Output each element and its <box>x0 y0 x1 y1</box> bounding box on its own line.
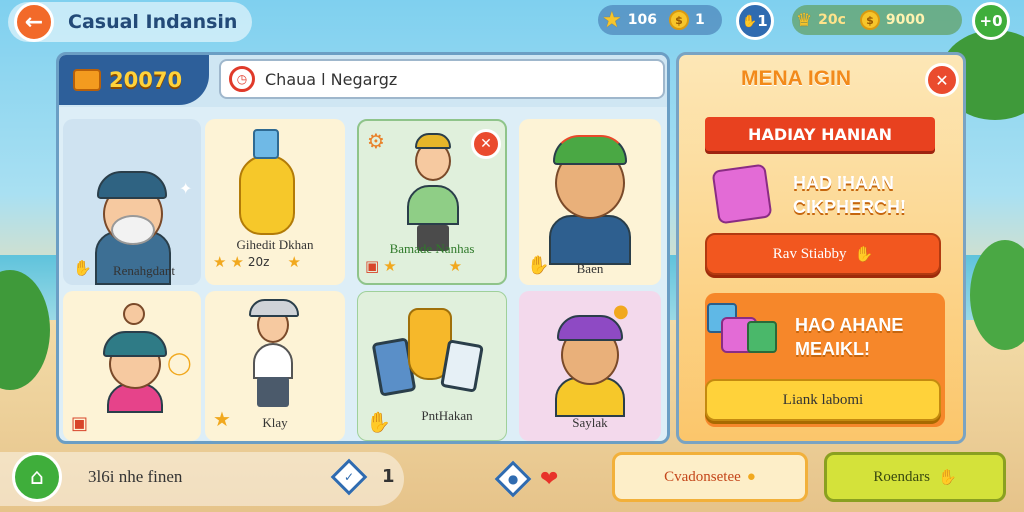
reward1-text: HAD IHAAN CIKPHERCH! <box>793 171 906 219</box>
star-icon: ★ <box>602 7 622 33</box>
character-card[interactable]: Gihedit Dkhan ★ ★ 20z ★ <box>205 119 345 285</box>
wallet-counter: ♛ 20c $ 9000 <box>792 5 962 35</box>
close-button[interactable]: ✕ <box>925 63 959 97</box>
coin-icon: ● <box>746 468 756 485</box>
bottom-count: 1 <box>382 466 395 487</box>
badge-button[interactable]: ✋ 1 <box>736 2 774 40</box>
card-rating-value: 20z <box>247 255 270 269</box>
cap <box>97 171 167 199</box>
green-gift-icon <box>747 321 777 353</box>
hand-icon: ✋ <box>742 14 758 28</box>
hand-icon: ✋ <box>937 469 957 486</box>
chest-icon <box>73 69 101 91</box>
character-card[interactable]: ● Saylak <box>519 291 661 441</box>
left-action-button[interactable]: Cvadonsetee ● <box>612 452 808 502</box>
wallet-coins: 9000 <box>885 12 925 28</box>
rewards-button[interactable]: Roendars ✋ <box>824 452 1006 502</box>
plus-icon: + <box>979 12 993 30</box>
character-panel: 20070 ◷ ✦ ✋ Renahgdant Gihedit Dkhan ★ ★… <box>56 52 670 444</box>
side-panel-title: MENA IGIN <box>740 67 852 90</box>
cap <box>103 331 167 357</box>
stars-count: 106 <box>627 12 657 28</box>
chest-icon: ▣ <box>365 257 380 275</box>
character-card-selected[interactable]: ⚙ ✕ Bamade Nanhas ▣ ★ ★ <box>357 119 507 285</box>
reward2-line1: HAO AHANE <box>795 315 904 335</box>
star-icon: ★ <box>448 257 463 275</box>
card-label: Baen <box>576 261 604 276</box>
card-rating: ★ ★ 20z ★ <box>213 253 301 271</box>
character-card[interactable]: ✦ ✋ Renahgdant <box>63 119 201 285</box>
diamond-icon: ✓ <box>330 458 368 496</box>
arrow-left-icon: ← <box>24 9 44 35</box>
card-label: Klay <box>262 415 288 430</box>
coin-icon: ◯ <box>167 351 192 376</box>
score-value: 20070 <box>109 68 183 92</box>
card-label: Saylak <box>572 415 608 430</box>
remove-card-button[interactable]: ✕ <box>471 129 501 159</box>
daily-rewards-panel: MENA IGIN ✕ HADIAY HANIAN HAD IHAAN CIKP… <box>676 52 966 444</box>
hand-icon: ✋ <box>854 246 874 263</box>
character-card[interactable]: ✋ Baen <box>519 119 661 285</box>
favorite-toggle[interactable]: ● ❤ <box>494 460 559 498</box>
reward-box-icon <box>707 299 777 359</box>
daily-ribbon: HADIAY HANIAN <box>705 117 935 151</box>
title-bar: ← Casual Indansin <box>8 2 252 42</box>
home-button[interactable]: ⌂ <box>12 452 62 502</box>
card-label: Renahgdant <box>112 263 176 278</box>
gear-icon: ⚙ <box>367 129 385 153</box>
tablet-icon <box>440 339 484 393</box>
character-card[interactable]: ★ Klay <box>205 291 345 441</box>
game-title: Casual Indansin <box>68 11 238 33</box>
card-icons: ▣ ★ ★ <box>365 257 462 275</box>
character-card[interactable]: ✋ PntHakan <box>357 291 507 441</box>
coin-icon: ● <box>613 301 629 322</box>
wallet-left: 20c <box>818 12 846 28</box>
reward2-line2: MEAIKL! <box>795 339 870 359</box>
heart-icon: ❤ <box>540 466 559 492</box>
claim-reward1-button[interactable]: Rav Stiabby ✋ <box>705 233 941 275</box>
star-icon: ★ <box>287 253 301 271</box>
reward2-text: HAO AHANE MEAIKL! <box>795 313 903 361</box>
back-button[interactable]: ← <box>14 2 54 42</box>
score-tab: 20070 <box>59 55 209 105</box>
card-label: Bamade Nanhas <box>389 241 475 256</box>
character-card[interactable]: ◯ ▣ <box>63 291 201 441</box>
character-body <box>549 215 631 265</box>
home-icon: ⌂ <box>30 464 44 490</box>
bottle-cap <box>253 129 279 159</box>
coin-icon: $ <box>859 10 880 30</box>
sparkle-icon: ✦ <box>179 179 193 198</box>
stars-counter: ★ 106 $ 1 <box>598 5 722 35</box>
small-character-face <box>123 303 145 325</box>
cap <box>249 299 299 317</box>
diamond-badge[interactable]: ✓ <box>330 458 368 496</box>
character-legs <box>257 377 289 407</box>
add-currency-button[interactable]: +0 <box>972 2 1010 40</box>
star-icon: ★ <box>383 257 397 275</box>
beard <box>111 215 155 245</box>
character-body <box>407 185 459 225</box>
star-icon: ★ <box>213 253 227 271</box>
reward1-line2: CIKPHERCH! <box>793 197 907 217</box>
reward-gift-icon <box>711 163 773 225</box>
search-box[interactable]: ◷ <box>219 59 665 99</box>
close-icon: ✕ <box>935 70 949 90</box>
bottle-character <box>239 155 295 235</box>
character-body <box>253 343 293 379</box>
crown-icon: ♛ <box>796 9 813 31</box>
diamond-icon: ● <box>494 460 532 498</box>
reward1-line1: HAD IHAAN <box>793 173 894 193</box>
coins-count: 1 <box>694 12 705 28</box>
card-label: Gihedit Dkhan <box>236 237 314 252</box>
coin-icon: $ <box>668 10 689 30</box>
card-label: PntHakan <box>421 408 473 423</box>
search-input[interactable] <box>263 68 647 90</box>
star-icon: ★ <box>230 253 244 271</box>
cap <box>415 133 451 149</box>
clock-icon: ◷ <box>229 66 255 92</box>
bottom-status-text: 3l6i nhe finen <box>88 467 183 486</box>
chest-icon: ▣ <box>71 413 89 434</box>
claim-reward2-button[interactable]: Liank labomi <box>705 379 941 421</box>
cap <box>553 135 627 165</box>
